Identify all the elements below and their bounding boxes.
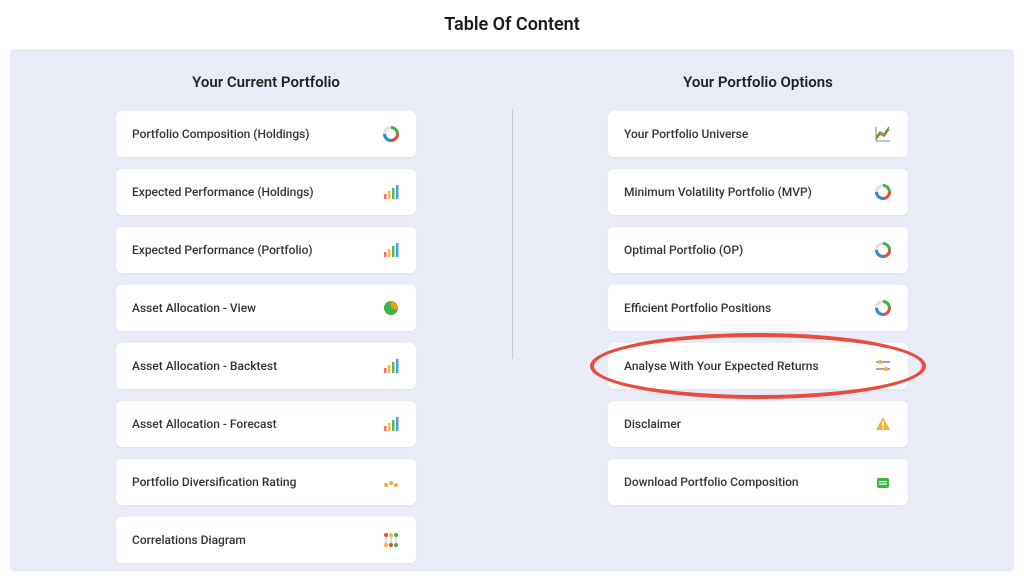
toc-item[interactable]: Disclaimer — [608, 401, 908, 447]
donut-chart-icon — [874, 241, 892, 259]
toc-item[interactable]: Correlations Diagram — [116, 517, 416, 563]
toc-item[interactable]: Asset Allocation - Forecast — [116, 401, 416, 447]
toc-item[interactable]: Analyse With Your Expected Returns — [608, 343, 908, 389]
toc-item-label: Asset Allocation - View — [132, 301, 256, 315]
toc-item-label: Disclaimer — [624, 417, 681, 431]
donut-chart-icon — [382, 125, 400, 143]
toc-item-label: Efficient Portfolio Positions — [624, 301, 771, 315]
toc-item[interactable]: Minimum Volatility Portfolio (MVP) — [608, 169, 908, 215]
toc-item[interactable]: Asset Allocation - View — [116, 285, 416, 331]
bars-rising-icon — [382, 241, 400, 259]
download-green-icon — [874, 473, 892, 491]
toc-item-label: Optimal Portfolio (OP) — [624, 243, 743, 257]
toc-item-label: Download Portfolio Composition — [624, 475, 799, 489]
toc-item[interactable]: Portfolio Diversification Rating — [116, 459, 416, 505]
warning-icon — [874, 415, 892, 433]
donut-chart-icon — [874, 299, 892, 317]
left-column: Your Current Portfolio Portfolio Composi… — [50, 73, 482, 575]
toc-item-label: Your Portfolio Universe — [624, 127, 748, 141]
sliders-icon — [874, 357, 892, 375]
toc-item-label: Portfolio Composition (Holdings) — [132, 127, 310, 141]
toc-item[interactable]: Expected Performance (Holdings) — [116, 169, 416, 215]
toc-item-label: Minimum Volatility Portfolio (MVP) — [624, 185, 812, 199]
dots-yellow-icon — [382, 473, 400, 491]
network-dots-icon — [382, 531, 400, 549]
toc-item-label: Asset Allocation - Backtest — [132, 359, 277, 373]
toc-item-label: Expected Performance (Holdings) — [132, 185, 314, 199]
toc-item[interactable]: Efficient Portfolio Positions — [608, 285, 908, 331]
toc-item-label: Analyse With Your Expected Returns — [624, 359, 819, 373]
left-heading: Your Current Portfolio — [192, 73, 340, 91]
line-chart-icon — [874, 125, 892, 143]
bars-rising-icon — [382, 357, 400, 375]
donut-chart-icon — [874, 183, 892, 201]
toc-item[interactable]: Your Portfolio Universe — [608, 111, 908, 157]
toc-item[interactable]: Optimal Portfolio (OP) — [608, 227, 908, 273]
right-column: Your Portfolio Options Your Portfolio Un… — [542, 73, 974, 575]
pie-green-icon — [382, 299, 400, 317]
toc-item-label: Expected Performance (Portfolio) — [132, 243, 313, 257]
toc-item-label: Portfolio Diversification Rating — [132, 475, 296, 489]
toc-item[interactable]: Download Portfolio Composition — [608, 459, 908, 505]
toc-item[interactable]: Expected Performance (Portfolio) — [116, 227, 416, 273]
right-heading: Your Portfolio Options — [683, 73, 833, 91]
toc-item-label: Asset Allocation - Forecast — [132, 417, 277, 431]
bars-rising-icon — [382, 415, 400, 433]
toc-item-label: Correlations Diagram — [132, 533, 246, 547]
toc-item[interactable]: Portfolio Composition (Holdings) — [116, 111, 416, 157]
toc-panel: Your Current Portfolio Portfolio Composi… — [10, 49, 1014, 571]
page-title: Table Of Content — [0, 0, 1024, 49]
bars-rising-icon — [382, 183, 400, 201]
toc-item[interactable]: Asset Allocation - Backtest — [116, 343, 416, 389]
